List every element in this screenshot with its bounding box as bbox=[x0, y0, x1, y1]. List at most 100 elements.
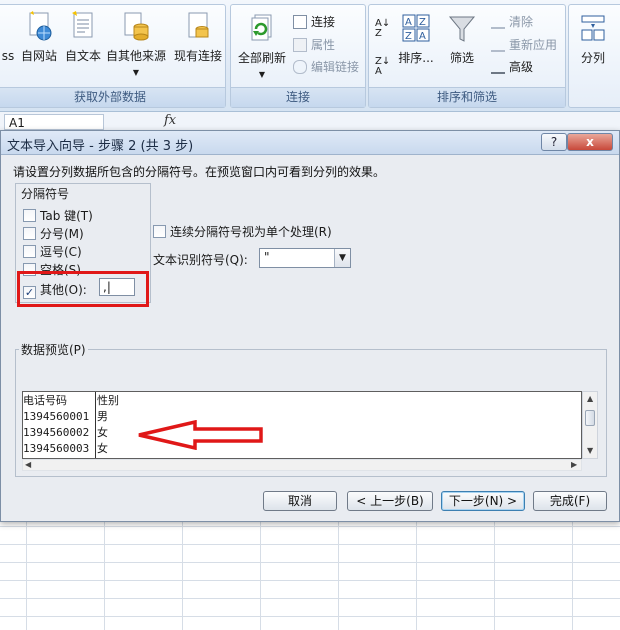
ribbon-group-sort-filter: A↓ Z Z↓ A A Z Z A 排序... 筛选 清除 重新应用 高级 排序… bbox=[368, 4, 566, 108]
svg-text:Z: Z bbox=[419, 17, 426, 28]
scroll-down-icon[interactable]: ▼ bbox=[587, 447, 593, 455]
clear-filter-icon bbox=[491, 15, 505, 29]
ribbon-group-title: 排序和筛选 bbox=[369, 87, 565, 107]
text-qualifier-label: 文本识别符号(Q): bbox=[153, 253, 248, 267]
preview-vertical-scrollbar[interactable]: ▲ ▼ bbox=[582, 391, 598, 459]
scroll-left-icon[interactable]: ◀ bbox=[25, 461, 31, 469]
preview-cell: 电话号码 bbox=[23, 394, 67, 407]
scroll-thumb[interactable] bbox=[585, 410, 595, 426]
existing-connections-label: 现有连接 bbox=[173, 49, 222, 63]
next-button[interactable]: 下一步(N) > bbox=[441, 491, 525, 511]
refresh-icon bbox=[251, 14, 272, 41]
connections-icon bbox=[293, 15, 307, 29]
from-other-sources-label: 自其他来源 bbox=[105, 49, 166, 63]
sort-descending-icon: Z↓ A bbox=[375, 56, 391, 77]
delimiter-comma-checkbox[interactable]: 逗号(C) bbox=[23, 243, 82, 260]
back-button[interactable]: < 上一步(B) bbox=[347, 491, 433, 511]
sort-ascending-icon: A↓ Z bbox=[375, 18, 391, 39]
chevron-down-icon[interactable]: ▼ bbox=[334, 249, 350, 267]
text-qualifier-select[interactable]: " ▼ bbox=[259, 248, 351, 268]
text-to-columns-icon bbox=[581, 15, 605, 41]
text-to-columns-button[interactable]: 分列 bbox=[573, 13, 613, 66]
database-icon bbox=[124, 12, 149, 41]
delimiter-semicolon-label: 分号(M) bbox=[40, 227, 84, 241]
data-preview-label: 数据预览(P) bbox=[19, 341, 88, 358]
checkbox-box bbox=[153, 225, 166, 238]
connections-button[interactable]: 连接 bbox=[293, 13, 335, 30]
refresh-all-label: 全部刷新 bbox=[237, 51, 286, 65]
from-text-label: 自文本 bbox=[64, 49, 101, 63]
name-box[interactable]: A1 bbox=[4, 114, 104, 130]
dialog-titlebar[interactable]: 文本导入向导 - 步骤 2 (共 3 步) ? x bbox=[1, 131, 619, 155]
sort-descending-button[interactable]: Z↓ A bbox=[375, 57, 390, 77]
existing-connections-button[interactable]: 现有连接 bbox=[171, 11, 225, 64]
formula-bar: A1 fx bbox=[0, 112, 620, 132]
advanced-filter-icon bbox=[491, 60, 505, 74]
connections-label: 连接 bbox=[311, 15, 336, 29]
text-to-columns-label: 分列 bbox=[580, 51, 605, 65]
link-icon bbox=[293, 60, 307, 74]
delimiter-tab-checkbox[interactable]: Tab 键(T) bbox=[23, 207, 93, 224]
checkbox-box bbox=[23, 209, 36, 222]
consecutive-delimiters-label: 连续分隔符号视为单个处理(R) bbox=[170, 225, 332, 239]
from-web-label: 自网站 bbox=[20, 49, 57, 63]
worksheet-grid[interactable] bbox=[0, 520, 620, 630]
svg-text:Z: Z bbox=[405, 31, 412, 42]
advanced-button[interactable]: 高级 bbox=[491, 58, 533, 75]
properties-icon bbox=[293, 38, 307, 52]
preview-cell: 性别 bbox=[97, 394, 119, 407]
sort-ascending-button[interactable]: A↓ Z bbox=[375, 19, 390, 39]
from-text-button[interactable]: 自文本 bbox=[61, 11, 105, 64]
preview-horizontal-scrollbar[interactable]: ◀ ▶ bbox=[22, 459, 582, 471]
edit-links-button[interactable]: 编辑链接 bbox=[293, 58, 359, 75]
cancel-button[interactable]: 取消 bbox=[263, 491, 337, 511]
refresh-all-button[interactable]: 全部刷新 ▼ bbox=[233, 13, 291, 79]
column-break-line[interactable] bbox=[95, 392, 96, 458]
ribbon-group-title: 连接 bbox=[231, 87, 365, 107]
sort-az-icon: A Z Z A bbox=[402, 14, 430, 42]
dropdown-arrow-icon: ▼ bbox=[258, 70, 266, 79]
delimiter-comma-label: 逗号(C) bbox=[40, 245, 82, 259]
sort-label: 排序... bbox=[398, 51, 434, 65]
ribbon-group-title: 获取外部数据 bbox=[0, 87, 225, 107]
clear-button[interactable]: 清除 bbox=[491, 13, 533, 30]
filter-button[interactable]: 筛选 bbox=[443, 13, 481, 66]
preview-cell: 女 bbox=[97, 442, 108, 455]
preview-cell: 1394560003 bbox=[23, 442, 90, 455]
advanced-label: 高级 bbox=[509, 60, 534, 74]
ribbon-group-external-data: ss 自网站 自文本 自其他来源 ▼ 现有连接 获取外部数据 bbox=[0, 4, 226, 108]
sort-button[interactable]: A Z Z A 排序... bbox=[395, 13, 437, 66]
finish-button[interactable]: 完成(F) bbox=[533, 491, 607, 511]
text-file-icon bbox=[72, 11, 93, 38]
scroll-right-icon[interactable]: ▶ bbox=[571, 461, 577, 469]
reapply-icon bbox=[491, 38, 505, 52]
preview-cell: 男 bbox=[97, 410, 108, 423]
web-globe-icon bbox=[29, 11, 52, 41]
help-button[interactable]: ? bbox=[541, 133, 567, 151]
dropdown-arrow-icon: ▼ bbox=[132, 68, 140, 77]
preview-cell: 1394560002 bbox=[23, 426, 90, 439]
clear-label: 清除 bbox=[509, 15, 534, 29]
preview-cell: 1394560001 bbox=[23, 410, 90, 423]
close-button[interactable]: x bbox=[567, 133, 613, 151]
text-qualifier-value: " bbox=[264, 250, 270, 264]
delimiter-tab-label: Tab 键(T) bbox=[40, 209, 93, 223]
ribbon: ss 自网站 自文本 自其他来源 ▼ 现有连接 获取外部数据 全部刷新 ▼ 连接… bbox=[0, 0, 620, 112]
svg-text:A: A bbox=[405, 17, 412, 28]
properties-button[interactable]: 属性 bbox=[293, 36, 335, 53]
delimiter-semicolon-checkbox[interactable]: 分号(M) bbox=[23, 225, 84, 242]
scroll-up-icon[interactable]: ▲ bbox=[587, 395, 593, 403]
filter-label: 筛选 bbox=[449, 51, 474, 65]
reapply-button[interactable]: 重新应用 bbox=[491, 36, 557, 53]
consecutive-delimiters-checkbox[interactable]: 连续分隔符号视为单个处理(R) bbox=[153, 223, 332, 240]
preview-cell: 女 bbox=[97, 426, 108, 439]
from-other-sources-button[interactable]: 自其他来源 ▼ bbox=[103, 11, 169, 77]
dialog-title: 文本导入向导 - 步骤 2 (共 3 步) bbox=[7, 139, 194, 154]
checkbox-box bbox=[23, 227, 36, 240]
from-web-button[interactable]: 自网站 bbox=[17, 11, 61, 64]
insert-function-icon[interactable]: fx bbox=[164, 113, 176, 128]
filter-funnel-icon bbox=[448, 16, 476, 42]
existing-connections-icon bbox=[188, 12, 209, 38]
data-preview-pane[interactable]: 电话号码 性别 1394560001 男 1394560002 女 139456… bbox=[22, 391, 582, 459]
from-access-label: ss bbox=[1, 49, 15, 63]
